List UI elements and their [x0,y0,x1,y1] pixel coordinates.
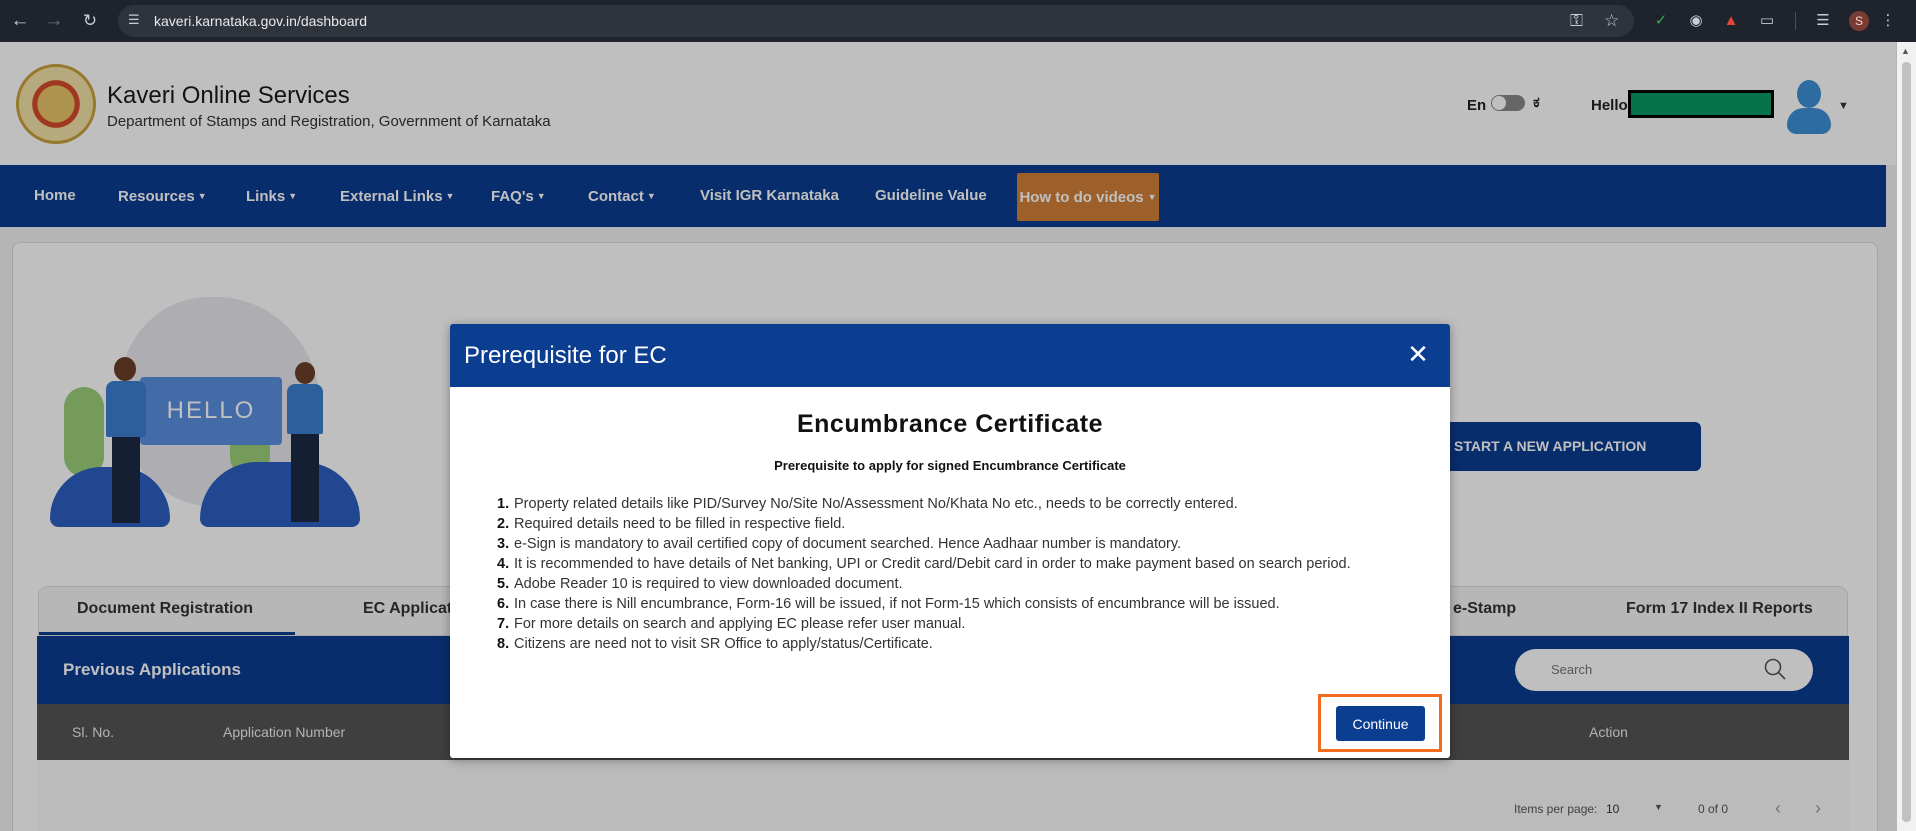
bookmark-star-icon[interactable]: ☆ [1604,11,1619,31]
modal-title: Prerequisite for EC [464,342,667,369]
prerequisite-modal: Prerequisite for EC ✕ Encumbrance Certif… [450,324,1450,758]
close-icon[interactable]: ✕ [1404,340,1432,368]
site-settings-icon[interactable]: ☰ [128,12,146,30]
list-item: Property related details like PID/Survey… [497,494,1238,514]
continue-button[interactable]: Continue [1336,706,1425,741]
toolbar-divider [1795,12,1796,30]
extension-check-icon[interactable]: ✓ [1651,11,1671,31]
pdf-extension-icon[interactable]: ▲ [1721,11,1741,31]
address-bar[interactable]: ☰ kaveri.karnataka.gov.in/dashboard ⚿ ☆ [118,5,1634,37]
extension-circle-icon[interactable]: ◉ [1686,11,1706,31]
profile-avatar[interactable]: S [1849,11,1869,31]
forward-icon[interactable]: → [36,0,72,42]
scrollbar-thumb[interactable] [1902,62,1911,822]
certificate-heading: Encumbrance Certificate [796,410,1104,438]
list-item: It is recommended to have details of Net… [497,554,1351,574]
media-queue-icon[interactable]: ☰ [1813,11,1833,31]
extensions-puzzle-icon[interactable]: ▭ [1757,11,1777,31]
browser-menu-icon[interactable]: ⋮ [1878,11,1898,31]
list-item: In case there is Nill encumbrance, Form-… [497,594,1280,614]
url-text: kaveri.karnataka.gov.in/dashboard [154,13,367,29]
scroll-up-icon: ▲ [1901,46,1910,56]
page-scrollbar[interactable]: ▲ [1897,42,1916,831]
list-item: Citizens are need not to visit SR Office… [497,634,933,654]
back-icon[interactable]: ← [2,0,38,42]
reload-icon[interactable]: ↻ [72,0,108,42]
certificate-subheading: Prerequisite to apply for signed Encumbr… [774,458,1126,473]
list-item: Adobe Reader 10 is required to view down… [497,574,903,594]
list-item: For more details on search and applying … [497,614,966,634]
list-item: Required details need to be filled in re… [497,514,846,534]
modal-header: Prerequisite for EC ✕ [450,324,1450,387]
password-key-icon[interactable]: ⚿ [1570,11,1583,31]
prerequisite-list: Property related details like PID/Survey… [497,494,1417,654]
list-item: e-Sign is mandatory to avail certified c… [497,534,1182,554]
browser-toolbar: ← → ↻ ☰ kaveri.karnataka.gov.in/dashboar… [0,0,1916,42]
